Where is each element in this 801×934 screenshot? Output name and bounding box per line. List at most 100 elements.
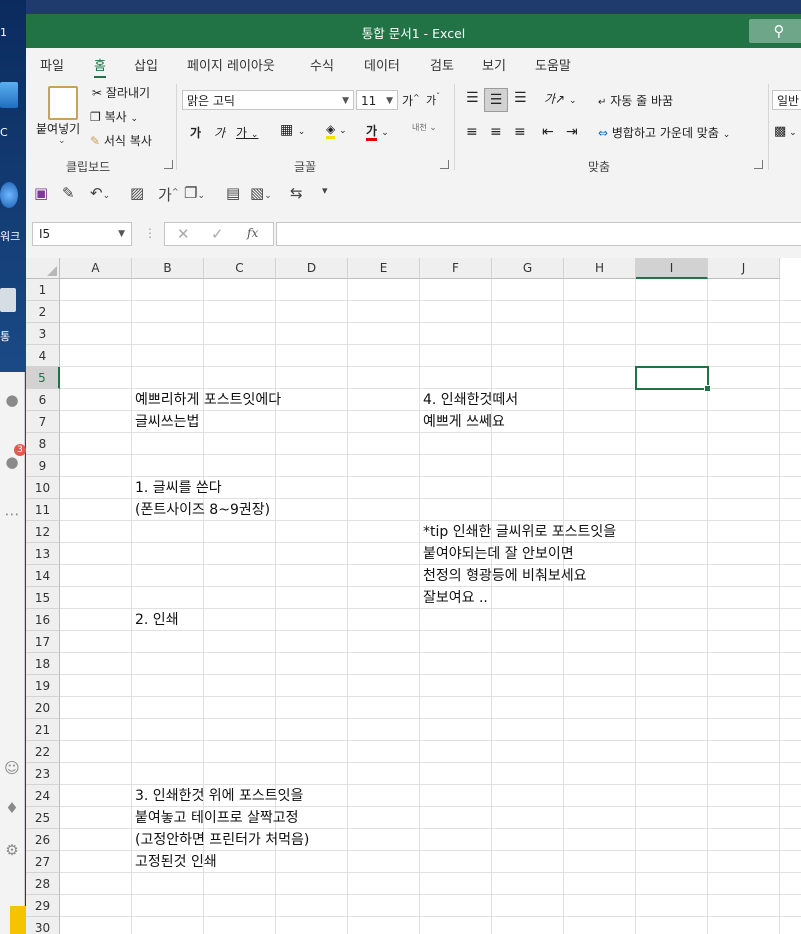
row-header-5[interactable]: 5 [26,367,60,389]
search-button[interactable]: ⚲ [749,19,801,43]
font-grow-button[interactable]: 가^ [402,92,420,109]
merge-center-button[interactable]: ⇔ 병합하고 가운데 맞춤 ⌄ [598,124,730,141]
row-header-12[interactable]: 12 [26,521,60,543]
paste-icon[interactable] [48,86,78,120]
format-cells-icon[interactable]: ⇆ [290,184,303,202]
column-header-a[interactable]: A [60,258,132,279]
increase-indent-button[interactable]: ⇥ [566,124,578,140]
bell-icon[interactable]: ♦ [2,798,22,818]
recycle-bin-icon[interactable] [0,288,16,312]
formula-input[interactable] [276,222,801,246]
tab-file[interactable]: 파일 [40,55,64,74]
save-icon[interactable]: ▣ [34,184,48,202]
app-tile-icon[interactable] [10,906,26,934]
row-header-20[interactable]: 20 [26,697,60,719]
cell-f14[interactable]: 천정의 형광등에 비춰보세요 [423,565,586,587]
number-format-select[interactable]: 일반 [772,90,801,110]
clipboard-launcher-icon[interactable] [164,160,173,169]
confirm-entry-icon[interactable]: ✓ [211,225,224,243]
spreadsheet-grid[interactable]: ABCDEFGHIJ 1 2 3 4 5 6 7 8 9 10 11 12 13 14 15 16 17 18 19… [26,258,801,934]
cell-b24[interactable]: 3. 인쇄한것 위에 포스트잇을 [135,785,303,807]
undo-icon[interactable]: ↶⌄ [90,184,110,202]
font-size-select[interactable]: 11 ▼ [356,90,398,110]
tab-insert[interactable]: 삽입 [134,55,158,74]
decrease-indent-button[interactable]: ⇤ [542,124,554,140]
row-header-19[interactable]: 19 [26,675,60,697]
align-middle-button[interactable]: ☰ [484,88,508,112]
column-header-j[interactable]: J [708,258,780,279]
row-header-2[interactable]: 2 [26,301,60,323]
select-all-corner[interactable] [26,258,60,279]
cell-b11[interactable]: (폰트사이즈 8~9권장) [135,499,270,521]
row-header-29[interactable]: 29 [26,895,60,917]
paste-dropdown-icon[interactable]: ⌄ [58,136,66,146]
cancel-entry-icon[interactable]: ✕ [177,225,190,243]
cell-b25[interactable]: 붙여놓고 테이프로 살짝고정 [135,807,298,829]
align-bottom-button[interactable]: ☰ [514,90,527,106]
row-header-26[interactable]: 26 [26,829,60,851]
row-header-24[interactable]: 24 [26,785,60,807]
cell-b6[interactable]: 예쁘리하게 포스트잇에다 [135,389,281,411]
column-header-e[interactable]: E [348,258,420,279]
alignment-launcher-icon[interactable] [754,160,763,169]
row-header-4[interactable]: 4 [26,345,60,367]
font-name-select[interactable]: 맑은 고딕 ▼ [182,90,354,110]
column-header-h[interactable]: H [564,258,636,279]
network-icon[interactable] [0,182,18,208]
row-header-28[interactable]: 28 [26,873,60,895]
tab-view[interactable]: 보기 [482,55,506,74]
row-header-7[interactable]: 7 [26,411,60,433]
tab-review[interactable]: 검토 [430,55,454,74]
row-header-8[interactable]: 8 [26,433,60,455]
person-icon[interactable]: ● [2,390,22,410]
column-header-i[interactable]: I [636,258,708,279]
align-center-button[interactable]: ≡ [490,124,502,140]
insert-function-button[interactable]: fx [247,226,258,240]
format-painter-button[interactable]: ✎ 서식 복사 [90,132,152,149]
cell-b26[interactable]: (고정안하면 프린터가 처먹음) [135,829,309,851]
save-as-icon[interactable]: ✎ [62,184,75,202]
column-header-c[interactable]: C [204,258,276,279]
cell-b16[interactable]: 2. 인쇄 [135,609,179,631]
row-header-11[interactable]: 11 [26,499,60,521]
row-header-16[interactable]: 16 [26,609,60,631]
fill-color-button[interactable]: ◈ ⌄ [326,122,347,139]
settings-gear-icon[interactable]: ⚙ [2,840,22,860]
cell-b27[interactable]: 고정된것 인쇄 [135,851,217,873]
this-pc-icon[interactable] [0,82,18,108]
row-header-1[interactable]: 1 [26,279,60,301]
currency-format-button[interactable]: ▩ ⌄ [774,124,797,139]
column-header-f[interactable]: F [420,258,492,279]
row-header-3[interactable]: 3 [26,323,60,345]
cell-f6[interactable]: 4. 인쇄한것떼서 [423,389,518,411]
tab-formulas[interactable]: 수식 [310,55,334,74]
align-left-button[interactable]: ≡ [466,124,478,140]
column-header-b[interactable]: B [132,258,204,279]
font-shrink-button[interactable]: 가ˇ [426,92,440,108]
active-cell[interactable] [635,366,711,392]
align-top-button[interactable]: ☰ [466,90,479,106]
tab-home[interactable]: 홈 [94,55,106,79]
cell-f15[interactable]: 잘보여요 .. [423,587,488,609]
tab-data[interactable]: 데이터 [364,55,400,74]
row-header-17[interactable]: 17 [26,631,60,653]
row-header-30[interactable]: 30 [26,917,60,934]
tab-help[interactable]: 도움말 [535,55,571,74]
borders-qat-icon[interactable]: ▧⌄ [250,184,272,202]
cell-f7[interactable]: 예쁘게 쓰쎄요 [423,411,505,433]
name-box[interactable]: I5 ▼ [32,222,132,246]
copy-button[interactable]: ❐ 복사 ⌄ [90,108,138,125]
print-preview-icon[interactable]: ▤ [226,184,240,202]
cell-b7[interactable]: 글씨쓰는법 [135,411,199,433]
screenshot-icon[interactable]: ▨ [130,184,144,202]
row-header-23[interactable]: 23 [26,763,60,785]
row-header-10[interactable]: 10 [26,477,60,499]
font-color-button[interactable]: 가 ⌄ [366,122,389,141]
italic-button[interactable]: 가 [214,124,225,141]
row-header-25[interactable]: 25 [26,807,60,829]
column-header-d[interactable]: D [276,258,348,279]
font-launcher-icon[interactable] [440,160,449,169]
row-header-14[interactable]: 14 [26,565,60,587]
underline-button[interactable]: 가 ⌄ [236,124,258,141]
orientation-button[interactable]: 가↗ ⌄ [544,90,576,107]
